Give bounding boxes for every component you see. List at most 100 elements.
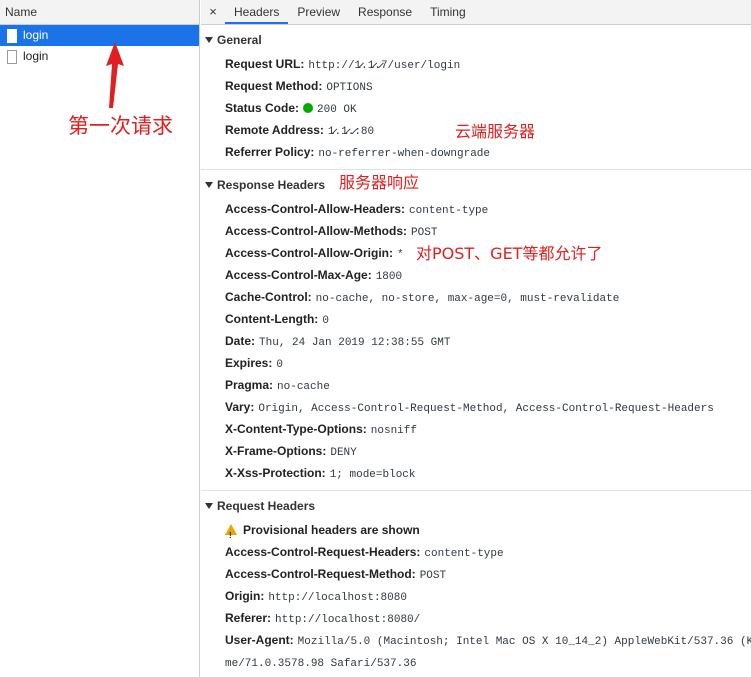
header-key: Referer:	[225, 611, 272, 625]
header-key: User-Agent:	[225, 633, 294, 647]
header-key: Date:	[225, 334, 256, 348]
header-row: Access-Control-Request-Headers: content-t…	[201, 541, 751, 563]
header-key: Request Method:	[225, 79, 323, 93]
document-icon	[7, 49, 17, 64]
header-row: Access-Control-Max-Age: 1800	[201, 264, 751, 286]
header-value: content-type	[424, 548, 504, 560]
header-row-request-method: Request Method: OPTIONS	[201, 75, 751, 97]
annotation-allow-methods: 对POST、GET等都允许了	[416, 244, 603, 263]
header-key: X-Xss-Protection:	[225, 466, 326, 480]
triangle-down-icon	[205, 503, 213, 509]
tab-timing[interactable]: Timing	[421, 0, 475, 24]
header-key: Status Code:	[225, 101, 300, 115]
header-row: Vary: Origin, Access-Control-Request-Meth…	[201, 396, 751, 418]
header-row-user-agent: User-Agent: Mozilla/5.0 (Macintosh; Intel…	[201, 629, 751, 651]
triangle-down-icon	[205, 182, 213, 188]
tab-headers[interactable]: Headers	[225, 0, 289, 24]
header-value: OPTIONS	[326, 82, 373, 94]
header-row: Access-Control-Request-Method: POST	[201, 563, 751, 585]
header-value: 200 OK	[317, 104, 357, 116]
header-row: X-Content-Type-Options: nosniff	[201, 418, 751, 440]
request-name: login	[23, 49, 49, 63]
header-value: Origin, Access-Control-Request-Method, A…	[258, 403, 714, 415]
name-column-header[interactable]: Name	[0, 0, 199, 25]
header-row: Access-Control-Allow-Methods: POST	[201, 220, 751, 242]
header-key: Origin:	[225, 589, 265, 603]
header-key: Request URL:	[225, 57, 305, 71]
details-pane: × Headers Preview Response Timing Genera…	[201, 0, 751, 677]
header-key: Access-Control-Allow-Origin:	[225, 246, 394, 260]
section-title: Request Headers	[217, 499, 316, 513]
header-key: Remote Address:	[225, 123, 324, 137]
header-row: X-Xss-Protection: 1; mode=block	[201, 462, 751, 484]
header-row-request-url: Request URL: http://1̷̷.1̷̷.̷̷7/user/logi…	[201, 53, 751, 75]
header-value: 0	[322, 315, 329, 327]
details-tabbar: × Headers Preview Response Timing	[201, 0, 751, 25]
header-row: Date: Thu, 24 Jan 2019 12:38:55 GMT	[201, 330, 751, 352]
section-title: General	[217, 33, 262, 47]
header-value: 1; mode=block	[329, 469, 416, 481]
header-value: no-cache	[277, 381, 330, 393]
header-key: X-Frame-Options:	[225, 444, 327, 458]
header-key: Expires:	[225, 356, 273, 370]
triangle-down-icon	[205, 37, 213, 43]
header-row: Access-Control-Allow-Headers: content-typ…	[201, 198, 751, 220]
warning-icon	[225, 524, 237, 547]
header-value: Thu, 24 Jan 2019 12:38:55 GMT	[259, 337, 451, 349]
status-ok-icon	[303, 103, 314, 113]
header-value: POST	[411, 227, 438, 239]
header-key: Access-Control-Max-Age:	[225, 268, 372, 282]
annotation-cloud-server: 云端服务器	[455, 122, 536, 141]
header-value: *	[397, 249, 404, 261]
close-icon[interactable]: ×	[201, 0, 225, 24]
document-icon	[7, 28, 17, 43]
header-key: Access-Control-Request-Method:	[225, 567, 416, 581]
header-value: http://1̷̷.1̷̷.̷̷7/user/login	[308, 60, 461, 72]
header-key: X-Content-Type-Options:	[225, 422, 367, 436]
header-value: no-referrer-when-downgrade	[318, 148, 491, 160]
annotation-server-response: 服务器响应	[339, 173, 420, 192]
header-value: nosniff	[370, 425, 417, 437]
tab-response[interactable]: Response	[349, 0, 421, 24]
header-key: Access-Control-Allow-Headers:	[225, 202, 406, 216]
header-value: 0	[276, 359, 283, 371]
header-row: Expires: 0	[201, 352, 751, 374]
red-arrow-icon	[106, 42, 124, 108]
header-key: Referrer Policy:	[225, 145, 315, 159]
header-value: http://localhost:8080	[268, 592, 407, 604]
header-key: Content-Length:	[225, 312, 319, 326]
request-headers-section: Request Headers Provisional headers are …	[201, 491, 751, 673]
general-section: General Request URL: http://1̷̷.1̷̷.̷̷7/u…	[201, 25, 751, 170]
tab-preview[interactable]: Preview	[288, 0, 349, 24]
header-value: Mozilla/5.0 (Macintosh; Intel Mac OS X 1…	[297, 636, 751, 648]
header-value: DENY	[330, 447, 357, 459]
header-value: 1800	[375, 271, 403, 283]
header-row: Cache-Control: no-cache, no-store, max-ag…	[201, 286, 751, 308]
header-row-user-agent-wrap: me/71.0.3578.98 Safari/537.36	[201, 651, 751, 673]
header-value: http://localhost:8080/	[275, 614, 421, 626]
section-title: Response Headers	[217, 178, 326, 192]
header-value: 1̷̷.1̷̷.̷̷:80	[327, 126, 375, 138]
response-headers-section: Response Headers Access-Control-Allow-He…	[201, 170, 751, 491]
header-key: Access-Control-Allow-Methods:	[225, 224, 408, 238]
header-value: content-type	[409, 205, 489, 217]
header-row: X-Frame-Options: DENY	[201, 440, 751, 462]
header-key: Vary:	[225, 400, 255, 414]
general-section-toggle[interactable]: General	[201, 25, 751, 53]
header-value-continued: me/71.0.3578.98 Safari/537.36	[225, 658, 417, 670]
annotation-first-request: 第一次请求	[68, 114, 173, 138]
header-key: Access-Control-Request-Headers:	[225, 545, 421, 559]
header-row: Content-Length: 0	[201, 308, 751, 330]
request-name: login	[23, 28, 49, 42]
header-row: Referer: http://localhost:8080/	[201, 607, 751, 629]
header-row-status-code: Status Code: 200 OK	[201, 97, 751, 119]
provisional-warning: Provisional headers are shown	[201, 519, 751, 547]
header-key: Pragma:	[225, 378, 274, 392]
header-key: Cache-Control:	[225, 290, 312, 304]
response-headers-toggle[interactable]: Response Headers	[201, 170, 751, 198]
header-row-referrer-policy: Referrer Policy: no-referrer-when-downgra…	[201, 141, 751, 163]
header-value: no-cache, no-store, max-age=0, must-reva…	[315, 293, 620, 305]
warning-text: Provisional headers are shown	[243, 523, 420, 537]
header-row: Origin: http://localhost:8080	[201, 585, 751, 607]
request-headers-toggle[interactable]: Request Headers	[201, 491, 751, 519]
